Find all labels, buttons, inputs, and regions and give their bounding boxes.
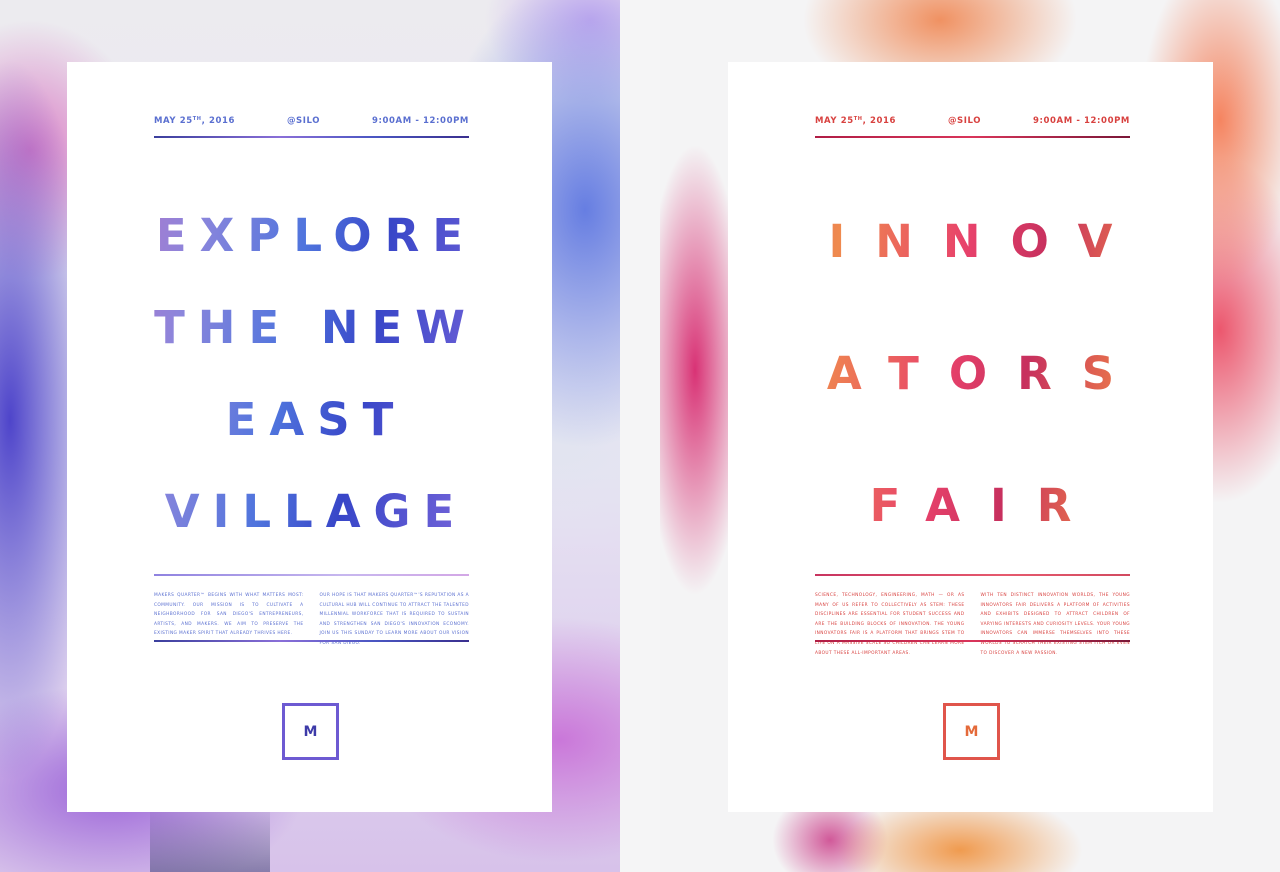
event-date: MAY 25TH, 2016 [815,116,897,126]
body-column: WITH TEN DISTINCT INNOVATION WORLDS, THE… [980,593,1130,656]
poster-headline: INNOV ATORS FAIR [728,176,1213,572]
event-time: 9:00AM - 12:00PM [1033,116,1130,126]
headline-line: FAIR [869,479,1102,532]
logo-mark: M [943,703,1000,760]
headline-line: THE NEW [154,301,478,354]
event-venue: @SILO [286,116,321,126]
event-date: MAY 25TH, 2016 [154,116,236,126]
event-time: 9:00AM - 12:00PM [372,116,469,126]
top-divider [154,136,469,138]
headline-line: VILLAGE [164,485,468,538]
body-bottom-divider [154,640,469,642]
right-poster-scene: MAY 25TH, 2016 @SILO 9:00AM - 12:00PM IN… [660,0,1280,872]
logo-mark: M [282,703,339,760]
headline-line: EAST [225,393,407,446]
poster-body-copy: SCIENCE, TECHNOLOGY, ENGINEERING, MATH —… [815,591,1130,658]
poster-explore: MAY 25TH, 2016 @SILO 9:00AM - 12:00PM EX… [67,62,552,812]
body-top-divider [815,574,1130,576]
headline-line: ATORS [826,347,1145,400]
poster-innovators: MAY 25TH, 2016 @SILO 9:00AM - 12:00PM IN… [728,62,1213,812]
headline-line: INNOV [828,215,1143,268]
background-photo-detail [150,802,270,872]
poster-meta-row: MAY 25TH, 2016 @SILO 9:00AM - 12:00PM [815,116,1130,126]
body-top-divider [154,574,469,576]
body-column: SCIENCE, TECHNOLOGY, ENGINEERING, MATH —… [815,593,965,656]
poster-headline: EXPLORE THE NEW EAST VILLAGE [67,190,552,558]
body-bottom-divider [815,640,1130,642]
left-poster-scene: MAY 25TH, 2016 @SILO 9:00AM - 12:00PM EX… [0,0,620,872]
event-venue: @SILO [947,116,982,126]
top-divider [815,136,1130,138]
poster-meta-row: MAY 25TH, 2016 @SILO 9:00AM - 12:00PM [154,116,469,126]
headline-line: EXPLORE [155,209,477,262]
